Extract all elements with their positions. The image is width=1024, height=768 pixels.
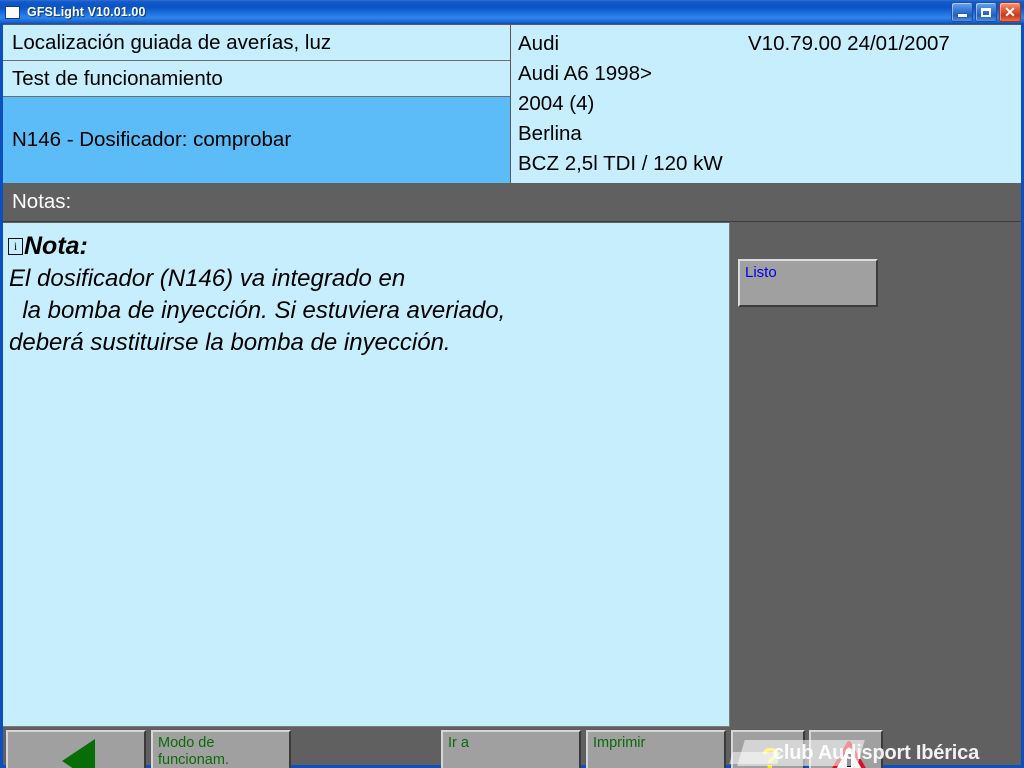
- operating-mode-button[interactable]: Modo de funcionam.: [151, 730, 291, 768]
- breadcrumb: Localización guiada de averías, luz Test…: [3, 24, 511, 183]
- note-title: Nota:: [24, 231, 88, 260]
- operating-mode-button-label: Modo de funcionam.: [158, 735, 229, 768]
- close-icon: ✕: [1004, 4, 1016, 20]
- back-arrow-icon: [62, 739, 95, 768]
- vehicle-info-panel: Audi V10.79.00 24/01/2007 Audi A6 1998> …: [511, 24, 1021, 183]
- header-area: Localización guiada de averías, luz Test…: [3, 24, 1021, 183]
- application-window: GFSLight V10.01.00 ✕ Localización guiada…: [0, 0, 1024, 768]
- vehicle-model: Audi A6 1998>: [518, 62, 652, 85]
- note-line: la bomba de inyección. Si estuviera aver…: [9, 297, 506, 324]
- breadcrumb-item-path[interactable]: Localización guiada de averías, luz: [3, 25, 510, 61]
- note-line: deberá sustituirse la bomba de inyección…: [9, 329, 451, 356]
- vehicle-body: Berlina: [518, 122, 582, 145]
- content-area: i Nota: El dosificador (N146) va integra…: [3, 223, 1021, 727]
- window-title: GFSLight V10.01.00: [27, 5, 146, 19]
- maximize-button[interactable]: [975, 2, 997, 22]
- vehicle-version: V10.79.00 24/01/2007: [748, 32, 950, 55]
- note-panel: i Nota: El dosificador (N146) va integra…: [3, 223, 730, 727]
- minimize-button[interactable]: [951, 2, 973, 22]
- title-bar: GFSLight V10.01.00 ✕: [0, 0, 1024, 24]
- minimize-icon: [957, 14, 967, 17]
- notes-section-bar: Notas:: [3, 183, 1021, 222]
- warning-button[interactable]: [809, 730, 883, 768]
- goto-button[interactable]: Ir a: [441, 730, 581, 768]
- window-app-icon: [5, 5, 20, 19]
- bottom-toolbar: Modo de funcionam. Ir a Imprimir ?: [3, 727, 1021, 768]
- help-button[interactable]: ?: [731, 730, 805, 768]
- notes-section-label: Notas:: [12, 190, 72, 213]
- breadcrumb-item-current[interactable]: N146 - Dosificador: comprobar: [3, 97, 510, 183]
- listo-button[interactable]: Listo: [738, 259, 878, 307]
- window-frame: Localización guiada de averías, luz Test…: [0, 24, 1024, 768]
- question-mark-icon: ?: [761, 741, 780, 768]
- listo-button-label: Listo: [745, 264, 777, 281]
- vehicle-engine: BCZ 2,5l TDI / 120 kW: [518, 152, 723, 175]
- close-button[interactable]: ✕: [999, 2, 1021, 22]
- print-button-label: Imprimir: [593, 735, 646, 751]
- warning-triangle-icon: [831, 741, 866, 768]
- note-line: El dosificador (N146) va integrado en: [9, 265, 406, 292]
- breadcrumb-item-test[interactable]: Test de funcionamiento: [3, 61, 510, 97]
- note-title-row: i Nota:: [8, 229, 729, 263]
- goto-button-label: Ir a: [448, 735, 469, 751]
- back-button[interactable]: [6, 730, 146, 768]
- window-controls: ✕: [951, 2, 1021, 22]
- info-icon: i: [8, 237, 23, 255]
- print-button[interactable]: Imprimir: [586, 730, 726, 768]
- vehicle-year: 2004 (4): [518, 92, 595, 115]
- maximize-icon: [981, 7, 991, 17]
